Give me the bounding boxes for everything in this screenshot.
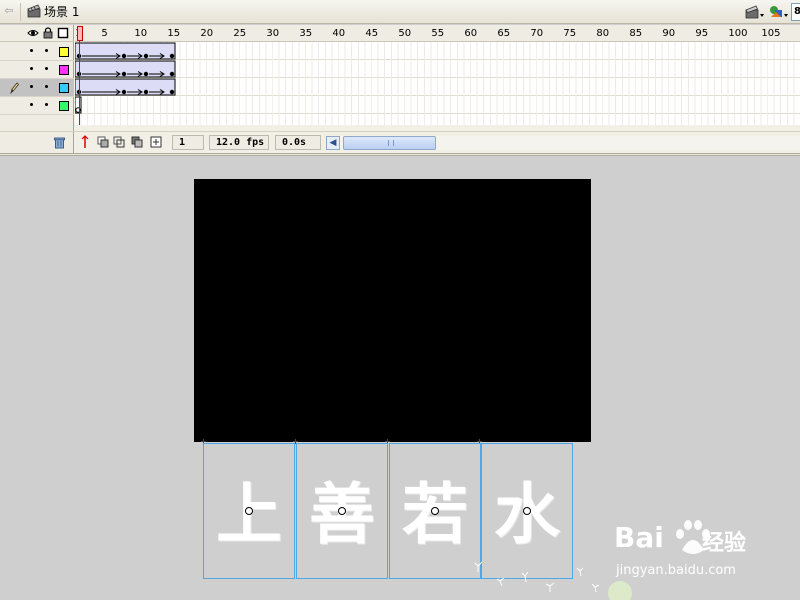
layer-row-active[interactable] — [0, 79, 74, 97]
frame-number-label: 80 — [596, 28, 610, 39]
frame-number-label: 65 — [497, 28, 511, 39]
layer-row[interactable] — [0, 61, 74, 79]
layer-color-swatch[interactable] — [59, 83, 69, 93]
frame-number-label: 55 — [431, 28, 445, 39]
scene-bar: ⇦ 场景 1 80 — [0, 0, 800, 24]
watermark-brand-cn: 经验 — [702, 531, 747, 556]
scroll-left-arrow-icon[interactable]: ◀ — [326, 136, 340, 150]
tween-span-layer-3[interactable] — [75, 78, 176, 96]
registration-point-icon — [338, 507, 346, 515]
layer-color-swatch[interactable] — [59, 65, 69, 75]
frame-number-label: 95 — [695, 28, 709, 39]
frame-number-label: 25 — [233, 28, 247, 39]
watermark-url: jingyan.baidu.com — [616, 563, 736, 578]
pencil-icon — [10, 82, 20, 95]
frame-number-label: 60 — [464, 28, 478, 39]
lock-dot[interactable] — [45, 85, 48, 88]
frame-rate-field[interactable]: 12.0 fps — [209, 135, 269, 150]
lock-dot[interactable] — [45, 103, 48, 106]
eye-icon[interactable] — [27, 27, 39, 39]
tween-span-layer-1[interactable] — [75, 42, 176, 60]
playhead[interactable] — [77, 25, 83, 125]
watermark-brand: Bai — [614, 521, 664, 554]
frame-number-label: 35 — [299, 28, 313, 39]
back-arrow-icon[interactable]: ⇦ — [2, 4, 16, 18]
scroll-grip-icon — [388, 140, 394, 146]
zoom-field[interactable]: 80 — [791, 3, 800, 21]
scene-label: 场景 1 — [44, 5, 80, 19]
lock-dot[interactable] — [45, 67, 48, 70]
frame-ruler[interactable]: 1510152025303540455055606570758085909510… — [75, 25, 800, 42]
center-frame-icon[interactable] — [78, 135, 92, 149]
lock-dot[interactable] — [45, 49, 48, 52]
layer-row[interactable] — [0, 43, 74, 61]
frame-number-label: 85 — [629, 28, 643, 39]
character-symbol-3[interactable]: 若 — [389, 443, 481, 579]
visibility-dot[interactable] — [30, 103, 33, 106]
character-symbol-1[interactable]: 上 — [203, 443, 295, 579]
layer-header — [0, 25, 74, 42]
registration-point-icon — [523, 507, 531, 515]
onion-skin-outlines-icon[interactable] — [112, 135, 126, 149]
frame-number-label: 105 — [761, 28, 781, 39]
frame-number-label: 15 — [167, 28, 181, 39]
visibility-dot[interactable] — [30, 67, 33, 70]
frames-panel[interactable]: 1510152025303540455055606570758085909510… — [75, 25, 800, 125]
frame-number-label: 30 — [266, 28, 280, 39]
stage-area[interactable]: 上 善 若 水 Bai 经验 jingyan.baidu.com — [0, 156, 800, 600]
divider — [20, 3, 21, 21]
visibility-dot[interactable] — [30, 49, 33, 52]
visibility-dot[interactable] — [30, 85, 33, 88]
frame-number-label: 40 — [332, 28, 346, 39]
layer-color-swatch[interactable] — [59, 47, 69, 57]
lock-icon[interactable] — [42, 27, 54, 39]
character-symbol-2[interactable]: 善 — [296, 443, 388, 579]
current-frame-field: 1 — [172, 135, 204, 150]
frame-number-label: 20 — [200, 28, 214, 39]
tween-spans[interactable] — [75, 42, 185, 125]
edit-symbols-icon — [770, 6, 788, 17]
onion-skin-icon[interactable] — [96, 135, 110, 149]
trash-icon[interactable] — [53, 136, 66, 149]
frame-number-label: 45 — [365, 28, 379, 39]
tween-span-layer-2[interactable] — [75, 60, 176, 78]
timeline-status-bar: 1 12.0 fps 0.0s ◀ — [0, 131, 800, 153]
edit-symbols-button[interactable] — [768, 3, 790, 21]
timeline-panel: 1510152025303540455055606570758085909510… — [0, 25, 800, 153]
frame-number-label: 90 — [662, 28, 676, 39]
elapsed-time-field: 0.0s — [275, 135, 321, 150]
playhead-handle[interactable] — [77, 26, 83, 41]
frame-number-label: 10 — [134, 28, 148, 39]
modify-onion-markers-icon[interactable] — [149, 135, 163, 149]
registration-point-icon — [431, 507, 439, 515]
timeline-scroll-thumb[interactable] — [343, 136, 436, 150]
outline-icon[interactable] — [57, 27, 69, 39]
stage-canvas[interactable] — [194, 179, 591, 442]
frame-grid[interactable] — [75, 42, 800, 125]
edit-scene-button[interactable] — [744, 3, 766, 21]
frame-number-label: 50 — [398, 28, 412, 39]
clapperboard-icon — [27, 4, 41, 18]
edit-scene-icon — [745, 5, 764, 19]
frame-number-label: 100 — [728, 28, 748, 39]
frame-number-label: 75 — [563, 28, 577, 39]
playhead-line — [79, 41, 80, 125]
frame-number-label: 5 — [101, 28, 108, 39]
layer-color-swatch[interactable] — [59, 101, 69, 111]
frame-number-label: 70 — [530, 28, 544, 39]
layer-row[interactable] — [0, 97, 74, 115]
edit-multiple-frames-icon[interactable] — [130, 135, 144, 149]
registration-point-icon — [245, 507, 253, 515]
